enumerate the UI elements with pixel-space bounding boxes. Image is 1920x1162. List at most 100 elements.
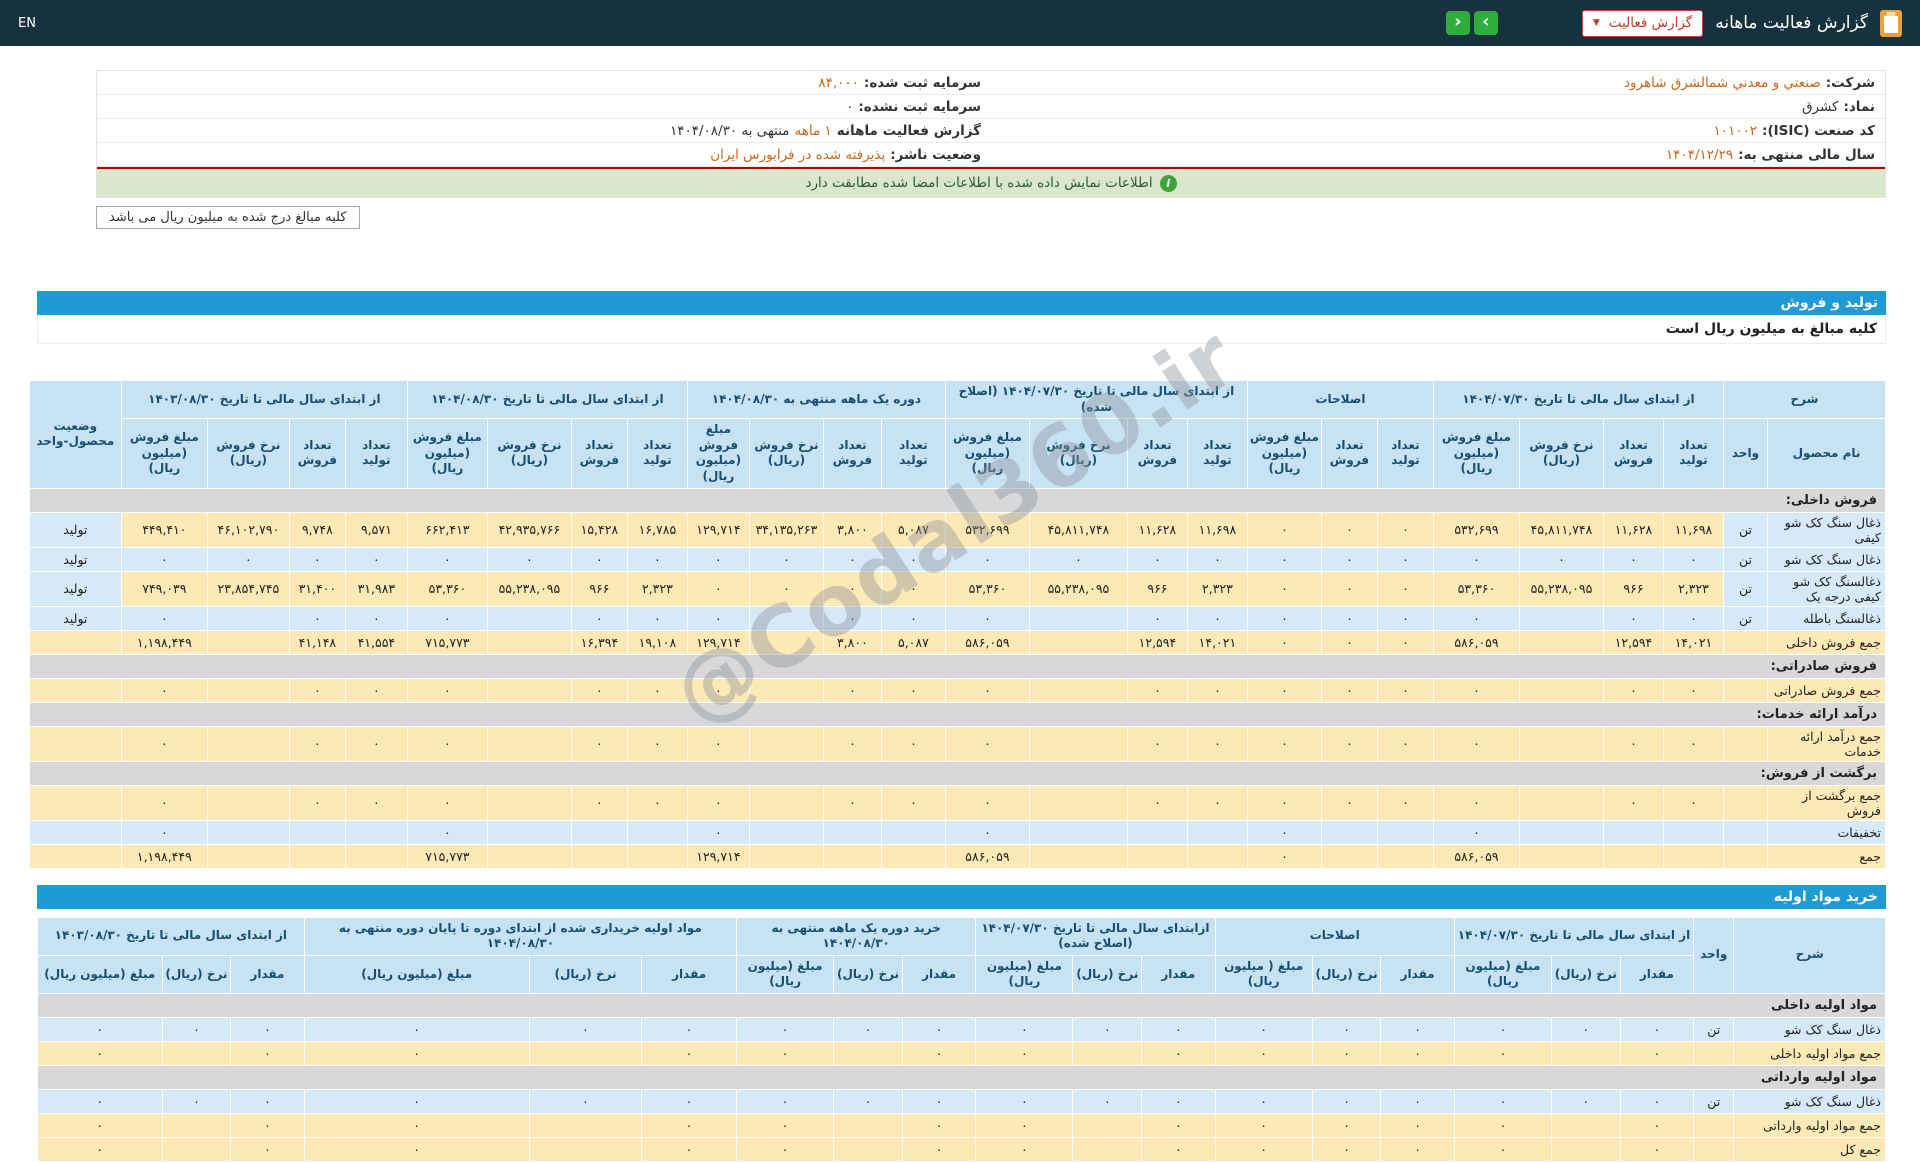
value-cell: ۰ <box>642 1041 737 1065</box>
report-type-dropdown[interactable]: گزارش فعالیت ▼ <box>1582 10 1703 37</box>
value-cell: ۰ <box>823 678 881 702</box>
value-cell <box>834 1137 903 1161</box>
value-cell: ۰ <box>881 571 945 606</box>
value-cell: ۰ <box>1433 606 1519 630</box>
value-cell <box>162 1113 231 1137</box>
value-cell: ۰ <box>1552 1017 1621 1041</box>
value-cell: ۰ <box>1187 726 1247 761</box>
value-cell: ۴۵,۸۱۱,۷۴۸ <box>1029 512 1127 547</box>
column-header: مبلغ فروش (میلیون ریال) <box>1433 419 1519 488</box>
value-cell: ۰ <box>121 606 207 630</box>
column-header: مبلغ فروش (میلیون ریال) <box>121 419 207 488</box>
value-cell <box>881 844 945 868</box>
value-cell: ۰ <box>1519 547 1603 571</box>
value-cell: ۱۲۹,۷۱۴ <box>687 630 749 654</box>
value-cell: ۰ <box>823 606 881 630</box>
info-label: وضعیت ناشر: <box>890 147 981 163</box>
value-cell: ۳۱,۹۸۳ <box>345 571 407 606</box>
product-name-cell: ذغال سنگ کک شو <box>1734 1017 1886 1041</box>
column-header: مقدار <box>642 955 737 993</box>
value-cell: ۰ <box>1321 606 1377 630</box>
value-cell: ۱۲,۵۹۴ <box>1603 630 1663 654</box>
table-row: جمع مواد اولیه وارداتی۰۰۰۰۰۰۰۰۰۰۰۰۰ <box>38 1113 1886 1137</box>
value-cell: ۰ <box>304 1113 529 1137</box>
product-name-cell: جمع برگشت از فروش <box>1768 785 1886 820</box>
value-cell <box>487 785 571 820</box>
column-header: مبلغ فروش (میلیون ریال) <box>407 419 487 488</box>
value-cell: ۰ <box>823 726 881 761</box>
value-cell: ۰ <box>1247 844 1321 868</box>
product-name-cell: ذغال سنگ کک شو کیفی <box>1768 512 1886 547</box>
value-cell <box>571 820 627 844</box>
value-cell: ۰ <box>945 820 1029 844</box>
nav-forward-button[interactable]: › <box>1474 11 1498 35</box>
value-cell: ۰ <box>345 785 407 820</box>
value-cell <box>1321 844 1377 868</box>
value-cell: ۰ <box>1377 547 1433 571</box>
column-header: تعداد فروش <box>571 419 627 488</box>
info-label: کد صنعت (ISIC): <box>1762 123 1875 139</box>
company-info-right-column: شرکت:صنعتي و معدني شمالشرق شاهرودنماد:کش… <box>991 71 1885 167</box>
value-cell: ۰ <box>407 820 487 844</box>
column-header: مبلغ (میلیون ریال) <box>976 955 1073 993</box>
signature-match-banner: i اطلاعات نمایش داده شده با اطلاعات امضا… <box>97 169 1885 197</box>
value-cell: ۰ <box>945 547 1029 571</box>
value-cell: ۰ <box>1321 571 1377 606</box>
value-cell: ۰ <box>737 1017 834 1041</box>
value-cell: ۰ <box>571 726 627 761</box>
value-cell: ۰ <box>1247 630 1321 654</box>
nav-back-button[interactable]: ‹ <box>1446 11 1470 35</box>
value-cell: ۰ <box>1215 1041 1312 1065</box>
value-cell: ۱۴,۰۲۱ <box>1187 630 1247 654</box>
column-header: مقدار <box>1620 955 1693 993</box>
value-cell: ۰ <box>1247 785 1321 820</box>
value-cell: ۰ <box>1433 820 1519 844</box>
value-cell: ۰ <box>1142 1017 1215 1041</box>
value-cell: ۱۵,۴۲۸ <box>571 512 627 547</box>
value-cell: ۰ <box>231 1113 304 1137</box>
value-cell <box>1663 820 1723 844</box>
column-group-header: وضعیت محصول-واحد <box>29 381 121 489</box>
section-label: درآمد ارائه خدمات: <box>29 702 1885 726</box>
value-cell: ۰ <box>1247 606 1321 630</box>
product-name-cell: جمع کل <box>1734 1137 1886 1161</box>
value-cell: ۰ <box>407 785 487 820</box>
value-cell: ۵۳,۳۶۰ <box>407 571 487 606</box>
language-toggle[interactable]: EN <box>18 16 36 31</box>
value-cell: ۰ <box>1321 547 1377 571</box>
value-cell <box>1519 785 1603 820</box>
value-cell: ۰ <box>1433 726 1519 761</box>
value-cell: ۱۶,۷۸۵ <box>627 512 687 547</box>
unit-cell <box>1723 785 1767 820</box>
value-cell: ۳۱,۴۰۰ <box>289 571 345 606</box>
column-header: تعداد تولید <box>627 419 687 488</box>
value-cell: ۵۵,۲۳۸,۰۹۵ <box>1029 571 1127 606</box>
value-cell: ۵۳,۳۶۰ <box>945 571 1029 606</box>
signature-match-text: اطلاعات نمایش داده شده با اطلاعات امضا ش… <box>805 175 1152 191</box>
value-cell <box>1029 785 1127 820</box>
value-cell: ۰ <box>162 1017 231 1041</box>
column-header: تعداد تولید <box>345 419 407 488</box>
value-cell: ۹,۵۷۱ <box>345 512 407 547</box>
value-cell <box>487 844 571 868</box>
raw-materials-table: شرحواحداز ابتدای سال مالی تا تاریخ ۱۴۰۴/… <box>37 917 1886 1162</box>
value-cell: ۰ <box>407 547 487 571</box>
column-header: تعداد تولید <box>1377 419 1433 488</box>
value-cell: ۵۸۶,۰۵۹ <box>945 844 1029 868</box>
value-cell: ۰ <box>1312 1113 1381 1137</box>
info-row: سرمایه ثبت شده:۸۴,۰۰۰ <box>97 71 991 95</box>
value-cell: ۰ <box>231 1137 304 1161</box>
value-cell: ۰ <box>1377 678 1433 702</box>
value-cell: ۰ <box>945 678 1029 702</box>
value-cell: ۰ <box>289 785 345 820</box>
value-cell: ۰ <box>121 785 207 820</box>
value-cell: ۵,۰۸۷ <box>881 512 945 547</box>
info-label: سرمایه ثبت شده: <box>864 75 981 91</box>
value-cell <box>162 1041 231 1065</box>
value-cell <box>1187 820 1247 844</box>
value-cell: ۰ <box>38 1041 163 1065</box>
column-header: نرخ (ریال) <box>1312 955 1381 993</box>
value-cell <box>1552 1113 1621 1137</box>
report-nav-buttons: › ‹ <box>1446 11 1498 35</box>
info-label: گزارش فعالیت ماهانه <box>837 123 981 139</box>
